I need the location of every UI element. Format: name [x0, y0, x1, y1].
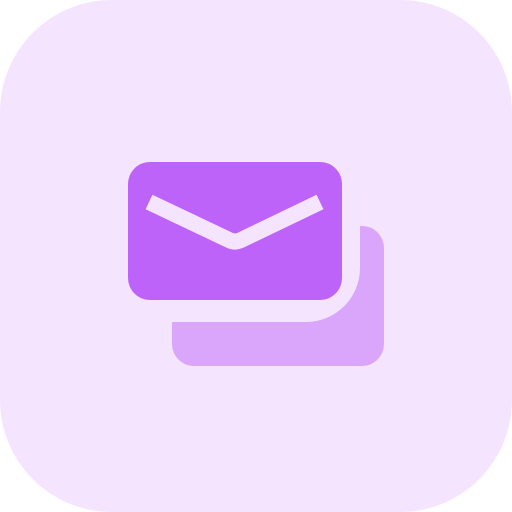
front-envelope-shape — [128, 162, 342, 300]
app-icon-tile — [0, 0, 512, 512]
stacked-mail-icon — [0, 0, 512, 512]
